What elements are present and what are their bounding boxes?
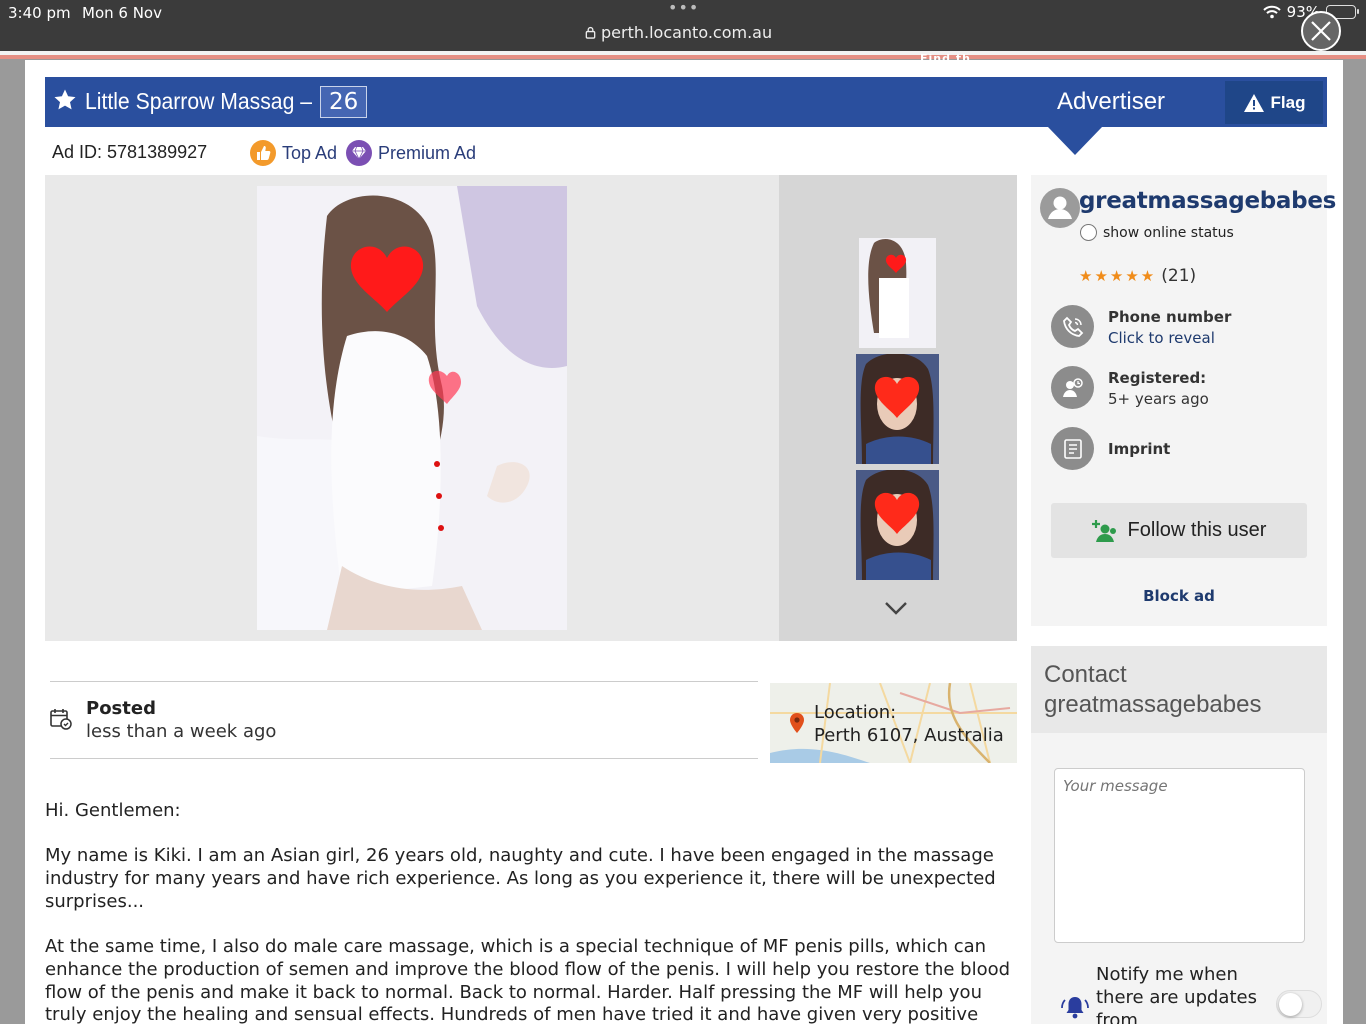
thumbnail-3[interactable] bbox=[856, 470, 939, 580]
diamond-icon bbox=[346, 140, 372, 166]
registered-value: 5+ years ago bbox=[1108, 390, 1209, 408]
location-value: Perth 6107, Australia bbox=[814, 725, 1004, 746]
add-user-icon bbox=[1091, 519, 1116, 542]
block-ad-link[interactable]: Block ad bbox=[1031, 587, 1327, 605]
user-avatar-icon bbox=[1040, 188, 1080, 228]
phone-icon bbox=[1051, 305, 1094, 348]
ad-description: Hi. Gentlemen: My name is Kiki. I am an … bbox=[45, 800, 1015, 1024]
main-photo[interactable] bbox=[257, 186, 567, 630]
page-accent-line bbox=[0, 55, 1366, 59]
description-paragraph: My name is Kiki. I am an Asian girl, 26 … bbox=[45, 845, 996, 912]
registered-row: Registered: 5+ years ago bbox=[1051, 366, 1311, 412]
top-ad-label: Top Ad bbox=[282, 142, 338, 163]
close-icon bbox=[1311, 21, 1331, 41]
thumbnail-strip bbox=[779, 175, 1017, 641]
posted-info: Posted less than a week ago bbox=[50, 681, 758, 759]
ad-age-badge: 26 bbox=[320, 86, 368, 118]
notify-text: Notify me when there are updates from bbox=[1096, 964, 1257, 1024]
posted-value: less than a week ago bbox=[86, 721, 277, 742]
flag-label: Flag bbox=[1270, 92, 1306, 112]
lock-icon bbox=[585, 26, 596, 39]
imprint-icon bbox=[1051, 427, 1094, 470]
location-map[interactable]: Location: Perth 6107, Australia bbox=[770, 683, 1017, 763]
rating-count: (21) bbox=[1161, 266, 1197, 286]
location-label: Location: bbox=[814, 702, 897, 723]
flag-button[interactable]: Flag bbox=[1225, 81, 1323, 124]
phone-number-row[interactable]: Phone number Click to reveal bbox=[1051, 305, 1311, 351]
star-icon[interactable] bbox=[53, 88, 77, 112]
registered-label: Registered: bbox=[1108, 369, 1207, 387]
ios-status-bar: 3:40 pm Mon 6 Nov ••• perth.locanto.com.… bbox=[0, 0, 1366, 52]
status-date: Mon 6 Nov bbox=[82, 4, 162, 22]
thumbs-up-icon bbox=[250, 140, 276, 166]
ad-header: Little Sparrow Massag – 26 Advertiser Fl… bbox=[45, 77, 1327, 127]
follow-user-button[interactable]: Follow this user bbox=[1051, 503, 1307, 558]
description-paragraph: Hi. Gentlemen: bbox=[45, 800, 181, 821]
user-rating[interactable]: ★★★★★ (21) bbox=[1079, 266, 1196, 286]
contact-header: Contact greatmassagebabes bbox=[1031, 646, 1327, 733]
online-status-label: show online status bbox=[1103, 224, 1234, 241]
top-ad-badge: Top Ad bbox=[250, 140, 337, 166]
registered-user-icon bbox=[1051, 366, 1094, 409]
notify-toggle[interactable] bbox=[1276, 990, 1322, 1018]
chevron-down-icon[interactable] bbox=[883, 600, 909, 616]
ad-title: Little Sparrow Massag – bbox=[85, 88, 312, 114]
warning-icon bbox=[1243, 93, 1264, 112]
advertiser-heading: Advertiser bbox=[1057, 88, 1166, 115]
contact-form: Notify me when there are updates from bbox=[1031, 733, 1327, 1024]
follow-user-label: Follow this user bbox=[1127, 519, 1267, 541]
thumbnail-1[interactable] bbox=[859, 238, 936, 348]
imprint-row[interactable]: Imprint bbox=[1051, 427, 1311, 473]
bell-icon bbox=[1061, 997, 1089, 1019]
ad-modal: Little Sparrow Massag – 26 Advertiser Fl… bbox=[25, 60, 1343, 1024]
premium-ad-label: Premium Ad bbox=[378, 142, 477, 163]
posted-label: Posted bbox=[86, 698, 156, 719]
contact-title-line1: Contact bbox=[1044, 661, 1127, 688]
contact-title-line2: greatmassagebabes bbox=[1044, 691, 1262, 718]
url-text: perth.locanto.com.au bbox=[601, 23, 773, 42]
calendar-icon bbox=[50, 709, 72, 730]
thumbnail-2[interactable] bbox=[856, 354, 939, 464]
ad-id: Ad ID: 5781389927 bbox=[52, 142, 208, 162]
imprint-label: Imprint bbox=[1108, 440, 1171, 458]
reveal-phone-link[interactable]: Click to reveal bbox=[1108, 329, 1215, 347]
online-status[interactable]: show online status bbox=[1080, 224, 1234, 241]
photo-gallery bbox=[45, 175, 779, 641]
location-text: Location: Perth 6107, Australia bbox=[814, 701, 1004, 747]
rating-stars-icon: ★★★★★ bbox=[1079, 267, 1157, 285]
toggle-knob bbox=[1279, 993, 1302, 1016]
contact-title: Contact greatmassagebabes bbox=[1044, 660, 1261, 720]
message-input[interactable] bbox=[1054, 768, 1305, 943]
more-dots-icon[interactable]: ••• bbox=[668, 0, 699, 17]
close-button[interactable] bbox=[1301, 11, 1341, 51]
status-time: 3:40 pm bbox=[8, 4, 71, 22]
phone-label: Phone number bbox=[1108, 308, 1232, 326]
description-paragraph: At the same time, I also do male care ma… bbox=[45, 936, 1011, 1024]
premium-ad-badge: Premium Ad bbox=[346, 140, 476, 166]
advertiser-username[interactable]: greatmassagebabes bbox=[1079, 188, 1336, 214]
advertiser-panel: greatmassagebabes show online status ★★★… bbox=[1031, 175, 1336, 626]
online-status-radio[interactable] bbox=[1080, 224, 1097, 241]
advertiser-pointer bbox=[1048, 127, 1102, 155]
wifi-icon bbox=[1262, 5, 1281, 19]
address-bar[interactable]: perth.locanto.com.au bbox=[584, 23, 772, 42]
map-pin-icon bbox=[790, 713, 804, 733]
